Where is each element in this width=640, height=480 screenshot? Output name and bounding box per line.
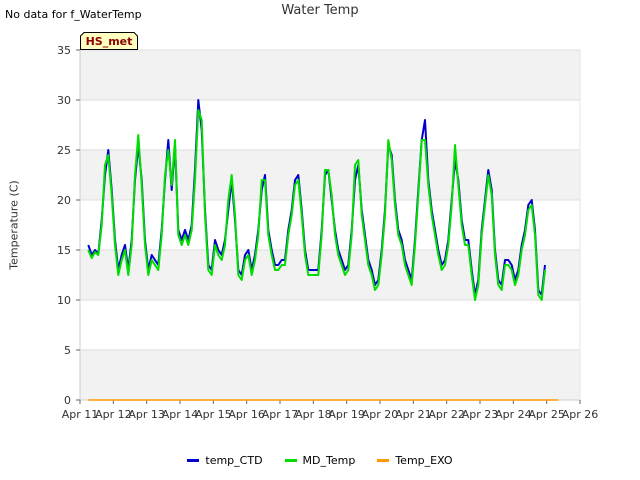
y-tick-label: 5 — [64, 344, 71, 357]
badge-label: HS_met — [85, 35, 133, 48]
x-tick-label: Apr 12 — [95, 408, 132, 421]
x-tick-label: Apr 26 — [562, 408, 599, 421]
legend-item-temp-ctd: temp_CTD — [187, 454, 263, 467]
grid-band — [80, 250, 580, 300]
y-tick-label: 10 — [57, 294, 71, 307]
plot-background — [80, 50, 580, 400]
x-tick-label: Apr 16 — [228, 408, 265, 421]
x-tick-label: Apr 13 — [128, 408, 165, 421]
x-tick-label: Apr 17 — [262, 408, 299, 421]
x-tick-label: Apr 15 — [195, 408, 232, 421]
y-tick-label: 35 — [57, 44, 71, 57]
x-tick-label: Apr 18 — [295, 408, 332, 421]
legend-item-temp-exo: Temp_EXO — [377, 454, 453, 467]
chart-title: Water Temp — [281, 3, 359, 18]
legend-swatch-temp-exo — [377, 459, 390, 462]
legend-label: Temp_EXO — [395, 454, 453, 467]
grid-band — [80, 350, 580, 400]
x-tick-label: Apr 21 — [395, 408, 432, 421]
x-tick-label: Apr 19 — [328, 408, 365, 421]
y-tick-label: 25 — [57, 144, 71, 157]
y-tick-label: 15 — [57, 244, 71, 257]
y-tick-label: 30 — [57, 94, 71, 107]
x-tick-label: Apr 23 — [462, 408, 499, 421]
chart-area: 05101520253035Apr 11Apr 12Apr 13Apr 14Ap… — [57, 44, 599, 421]
legend-item-md-temp: MD_Temp — [284, 454, 356, 467]
y-tick-label: 20 — [57, 194, 71, 207]
site-badge: HS_met — [80, 32, 138, 50]
x-tick-label: Apr 24 — [495, 408, 532, 421]
legend: temp_CTD MD_Temp Temp_EXO — [0, 454, 640, 467]
grid-band — [80, 50, 580, 100]
x-tick-label: Apr 14 — [162, 408, 199, 421]
legend-swatch-temp-ctd — [187, 459, 200, 462]
x-tick-label: Apr 25 — [528, 408, 565, 421]
x-tick-label: Apr 22 — [428, 408, 465, 421]
legend-label: MD_Temp — [302, 454, 356, 467]
y-axis-label: Temperature (C) — [7, 180, 21, 270]
legend-swatch-md-temp — [284, 459, 297, 462]
legend-label: temp_CTD — [205, 454, 263, 467]
x-tick-label: Apr 11 — [62, 408, 99, 421]
y-tick-label: 0 — [64, 394, 71, 407]
x-tick-label: Apr 20 — [362, 408, 399, 421]
